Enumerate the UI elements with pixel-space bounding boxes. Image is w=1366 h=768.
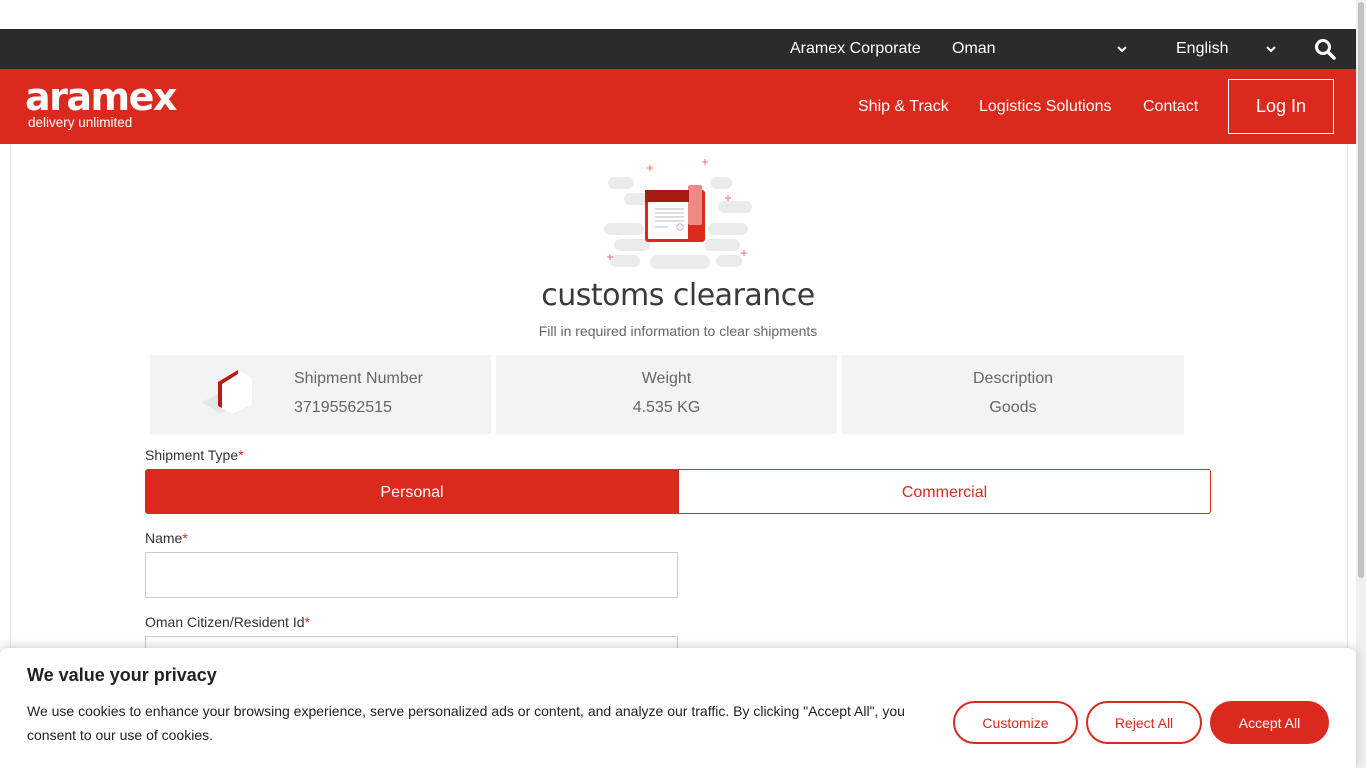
cookie-title: We value your privacy xyxy=(27,665,217,685)
required-mark: * xyxy=(182,530,188,546)
corporate-link[interactable]: Aramex Corporate xyxy=(790,29,921,69)
shipment-number-card: Shipment Number 37195562515 xyxy=(150,355,491,434)
chevron-down-icon xyxy=(1266,46,1276,53)
description-label: Description xyxy=(972,370,1054,387)
top-strip xyxy=(0,0,1356,29)
nav-ship-track[interactable]: Ship & Track xyxy=(858,69,949,144)
page-scrollbar[interactable] xyxy=(1356,0,1366,768)
country-select[interactable]: Oman xyxy=(952,29,1132,69)
customize-button[interactable]: Customize xyxy=(953,701,1078,744)
accept-all-button[interactable]: Accept All xyxy=(1210,701,1329,744)
description-card: Description Goods xyxy=(842,355,1184,434)
required-mark: * xyxy=(304,614,310,630)
weight-card: Weight 4.535 KG xyxy=(496,355,837,434)
name-input[interactable] xyxy=(145,552,678,598)
weight-label: Weight xyxy=(641,370,692,387)
shipment-number-value: 37195562515 xyxy=(294,399,392,416)
page-subtitle: Fill in required information to clear sh… xyxy=(538,323,818,339)
chevron-down-icon xyxy=(1117,46,1127,53)
shipment-type-label: Shipment Type* xyxy=(145,447,244,463)
main-header: aramex delivery unlimited Ship & Track L… xyxy=(0,69,1356,144)
cookie-text: We use cookies to enhance your browsing … xyxy=(27,703,905,743)
aramex-logo[interactable]: aramex delivery unlimited xyxy=(25,75,195,133)
package-icon xyxy=(202,370,252,414)
logo-wordmark: aramex xyxy=(25,75,177,119)
resident-id-label-text: Oman Citizen/Resident Id xyxy=(145,614,305,630)
nav-logistics-solutions[interactable]: Logistics Solutions xyxy=(979,69,1112,144)
login-button[interactable]: Log In xyxy=(1228,79,1334,134)
shipment-number-label: Shipment Number xyxy=(294,370,423,387)
name-label: Name* xyxy=(145,530,188,546)
name-label-text: Name xyxy=(145,530,183,546)
language-select[interactable]: English xyxy=(1176,29,1280,69)
scrollbar-thumb[interactable] xyxy=(1358,2,1364,578)
shipment-type-commercial-button[interactable]: Commercial xyxy=(678,469,1211,514)
shipment-type-label-text: Shipment Type xyxy=(145,447,239,463)
utility-bar: Aramex Corporate Oman English xyxy=(0,29,1356,69)
nav-contact[interactable]: Contact xyxy=(1143,69,1198,144)
language-value: English xyxy=(1176,40,1229,57)
resident-id-label: Oman Citizen/Resident Id* xyxy=(145,614,310,630)
country-value: Oman xyxy=(952,40,996,57)
required-mark: * xyxy=(238,447,244,463)
shipment-type-personal-button[interactable]: Personal xyxy=(145,469,679,514)
reject-all-button[interactable]: Reject All xyxy=(1086,701,1202,744)
page-title: customs clearance xyxy=(541,278,815,313)
weight-value: 4.535 KG xyxy=(632,399,701,416)
search-icon[interactable] xyxy=(1314,38,1336,60)
customs-document-illustration xyxy=(604,159,752,269)
cookie-banner: We value your privacy We use cookies to … xyxy=(0,648,1356,768)
description-value: Goods xyxy=(989,399,1037,416)
logo-tagline: delivery unlimited xyxy=(28,115,133,130)
